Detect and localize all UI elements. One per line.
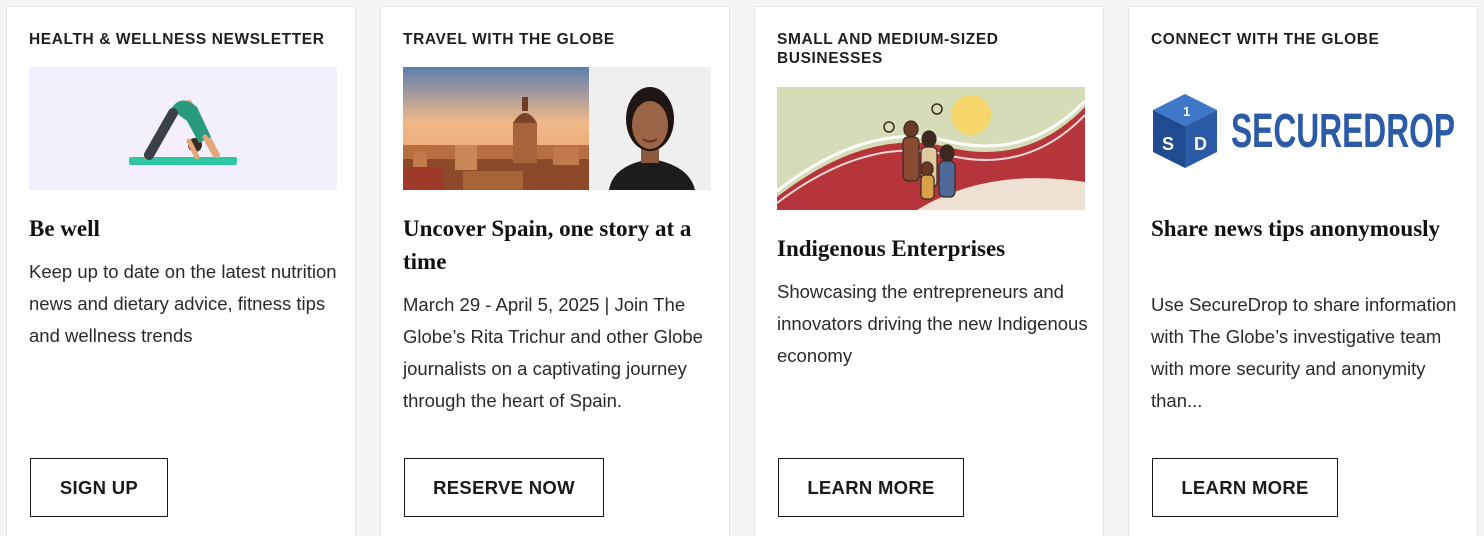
card-kicker: TRAVEL WITH THE GLOBE	[403, 31, 615, 48]
card-health-wellness: HEALTH & WELLNESS NEWSLETTER Be well Kee…	[6, 6, 356, 536]
card-title: Uncover Spain, one story at a time	[403, 216, 692, 274]
card-kicker: CONNECT WITH THE GLOBE	[1151, 31, 1380, 48]
securedrop-wordmark: SECUREDROP	[1231, 105, 1455, 158]
promo-cards: HEALTH & WELLNESS NEWSLETTER Be well Kee…	[6, 6, 1480, 536]
spain-city-and-portrait-image	[403, 67, 711, 190]
card-description: Keep up to date on the latest nutrition …	[29, 261, 337, 346]
svg-text:D: D	[1194, 134, 1207, 154]
learn-more-button[interactable]: LEARN MORE	[778, 458, 964, 517]
card-title: Be well	[29, 216, 100, 241]
learn-more-button[interactable]: LEARN MORE	[1152, 458, 1338, 517]
card-title: Share news tips anonymously	[1151, 216, 1441, 241]
securedrop-logo: 1 S D SECUREDROP	[1151, 72, 1459, 182]
sign-up-button[interactable]: SIGN UP	[30, 458, 168, 517]
svg-text:S: S	[1162, 134, 1174, 154]
yoga-illustration	[29, 67, 337, 190]
card-kicker: HEALTH & WELLNESS NEWSLETTER	[29, 31, 325, 48]
reserve-now-button[interactable]: RESERVE NOW	[404, 458, 604, 517]
svg-text:1: 1	[1183, 104, 1190, 119]
card-description: Use SecureDrop to share information with…	[1151, 294, 1457, 411]
card-kicker: SMALL AND MEDIUM-SIZED BUSINESSES	[777, 31, 999, 67]
card-travel: TRAVEL WITH THE GLOBE Uncover Spain, one…	[380, 6, 730, 536]
card-securedrop: CONNECT WITH THE GLOBE 1 S D SECUREDROP …	[1128, 6, 1478, 536]
card-description: Showcasing the entrepreneurs and innovat…	[777, 281, 1088, 366]
indigenous-art-illustration	[777, 87, 1085, 210]
card-indigenous-enterprises: SMALL AND MEDIUM-SIZED BUSINESSES Indige…	[754, 6, 1104, 536]
card-description: March 29 - April 5, 2025 | Join The Glob…	[403, 294, 703, 411]
card-title: Indigenous Enterprises	[777, 236, 1006, 261]
